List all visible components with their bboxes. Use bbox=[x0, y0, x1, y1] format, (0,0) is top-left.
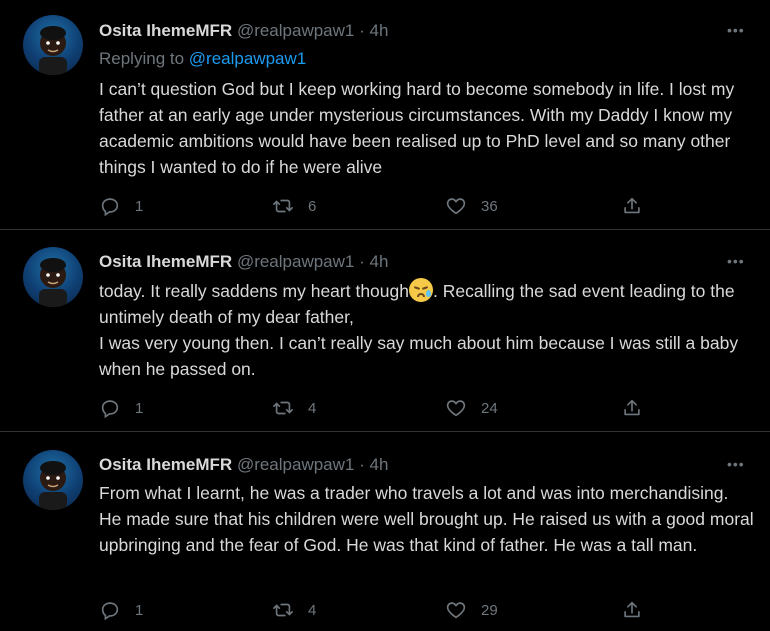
disappointed-face-emoji bbox=[409, 278, 433, 302]
avatar[interactable] bbox=[23, 247, 83, 307]
timestamp[interactable]: 4h bbox=[369, 455, 388, 474]
tweet-text-part1: today. It really saddens my heart though bbox=[99, 281, 409, 301]
tweet[interactable]: Osita IhemeMFR @realpawpaw1 · 4h ••• Rep… bbox=[0, 0, 770, 230]
retweet-icon bbox=[273, 199, 293, 213]
tweet[interactable]: Osita IhemeMFR @realpawpaw1 · 4h ••• Fro… bbox=[0, 432, 770, 631]
retweet-button[interactable]: 4 bbox=[272, 396, 316, 420]
retweet-button[interactable]: 6 bbox=[272, 194, 316, 218]
like-button[interactable]: 24 bbox=[445, 396, 498, 420]
like-button[interactable]: 36 bbox=[445, 194, 498, 218]
reply-count: 1 bbox=[135, 197, 144, 215]
more-dots-icon[interactable]: ••• bbox=[727, 457, 749, 471]
user-handle[interactable]: @realpawpaw1 bbox=[237, 252, 354, 271]
reply-icon bbox=[101, 198, 119, 217]
timestamp[interactable]: 4h bbox=[369, 252, 388, 271]
reply-count: 1 bbox=[135, 601, 144, 619]
share-icon bbox=[624, 399, 640, 416]
tweet-text: From what I learnt, he was a trader who … bbox=[99, 483, 754, 555]
separator-dot: · bbox=[354, 252, 370, 271]
separator-dot: · bbox=[354, 21, 370, 40]
more-dots-icon[interactable]: ••• bbox=[727, 254, 749, 268]
tweet-text: I can’t question God but I keep working … bbox=[99, 79, 735, 177]
replying-to: Replying to @realpawpaw1 bbox=[99, 48, 306, 70]
retweet-count: 4 bbox=[308, 399, 317, 417]
retweet-icon bbox=[273, 603, 293, 617]
retweet-button[interactable]: 4 bbox=[272, 598, 316, 622]
tweet-actions: 1 4 29 bbox=[99, 598, 659, 622]
share-icon bbox=[624, 601, 640, 618]
reply-button[interactable]: 1 bbox=[99, 598, 143, 622]
tweet-header: Osita IhemeMFR @realpawpaw1 · 4h bbox=[99, 20, 388, 42]
replying-to-prefix: Replying to bbox=[99, 49, 189, 68]
retweet-icon bbox=[273, 401, 293, 415]
like-count: 24 bbox=[481, 399, 498, 417]
display-name[interactable]: Osita IhemeMFR bbox=[99, 455, 232, 474]
heart-icon bbox=[446, 602, 466, 619]
avatar[interactable] bbox=[23, 450, 83, 510]
tweet-header: Osita IhemeMFR @realpawpaw1 · 4h bbox=[99, 251, 388, 273]
tweet-text: today. It really saddens my heart though… bbox=[99, 278, 754, 382]
reply-icon bbox=[101, 400, 119, 419]
heart-icon bbox=[446, 400, 466, 417]
share-button[interactable] bbox=[621, 396, 643, 420]
display-name[interactable]: Osita IhemeMFR bbox=[99, 252, 232, 271]
display-name[interactable]: Osita IhemeMFR bbox=[99, 21, 232, 40]
reply-button[interactable]: 1 bbox=[99, 396, 143, 420]
tweet[interactable]: Osita IhemeMFR @realpawpaw1 · 4h ••• tod… bbox=[0, 230, 770, 432]
reply-count: 1 bbox=[135, 399, 144, 417]
separator-dot: · bbox=[354, 455, 370, 474]
replying-to-link[interactable]: @realpawpaw1 bbox=[189, 49, 306, 68]
like-count: 36 bbox=[481, 197, 498, 215]
retweet-count: 4 bbox=[308, 601, 317, 619]
reply-button[interactable]: 1 bbox=[99, 194, 143, 218]
tweet-actions: 1 4 24 bbox=[99, 396, 659, 420]
tweet-actions: 1 6 36 bbox=[99, 194, 659, 218]
share-icon bbox=[624, 197, 640, 214]
timestamp[interactable]: 4h bbox=[369, 21, 388, 40]
share-button[interactable] bbox=[621, 194, 643, 218]
user-handle[interactable]: @realpawpaw1 bbox=[237, 455, 354, 474]
tweet-header: Osita IhemeMFR @realpawpaw1 · 4h bbox=[99, 454, 388, 476]
more-dots-icon[interactable]: ••• bbox=[727, 23, 749, 37]
like-count: 29 bbox=[481, 601, 498, 619]
retweet-count: 6 bbox=[308, 197, 317, 215]
avatar[interactable] bbox=[23, 15, 83, 75]
like-button[interactable]: 29 bbox=[445, 598, 498, 622]
share-button[interactable] bbox=[621, 598, 643, 622]
reply-icon bbox=[101, 602, 119, 621]
heart-icon bbox=[446, 198, 466, 215]
user-handle[interactable]: @realpawpaw1 bbox=[237, 21, 354, 40]
